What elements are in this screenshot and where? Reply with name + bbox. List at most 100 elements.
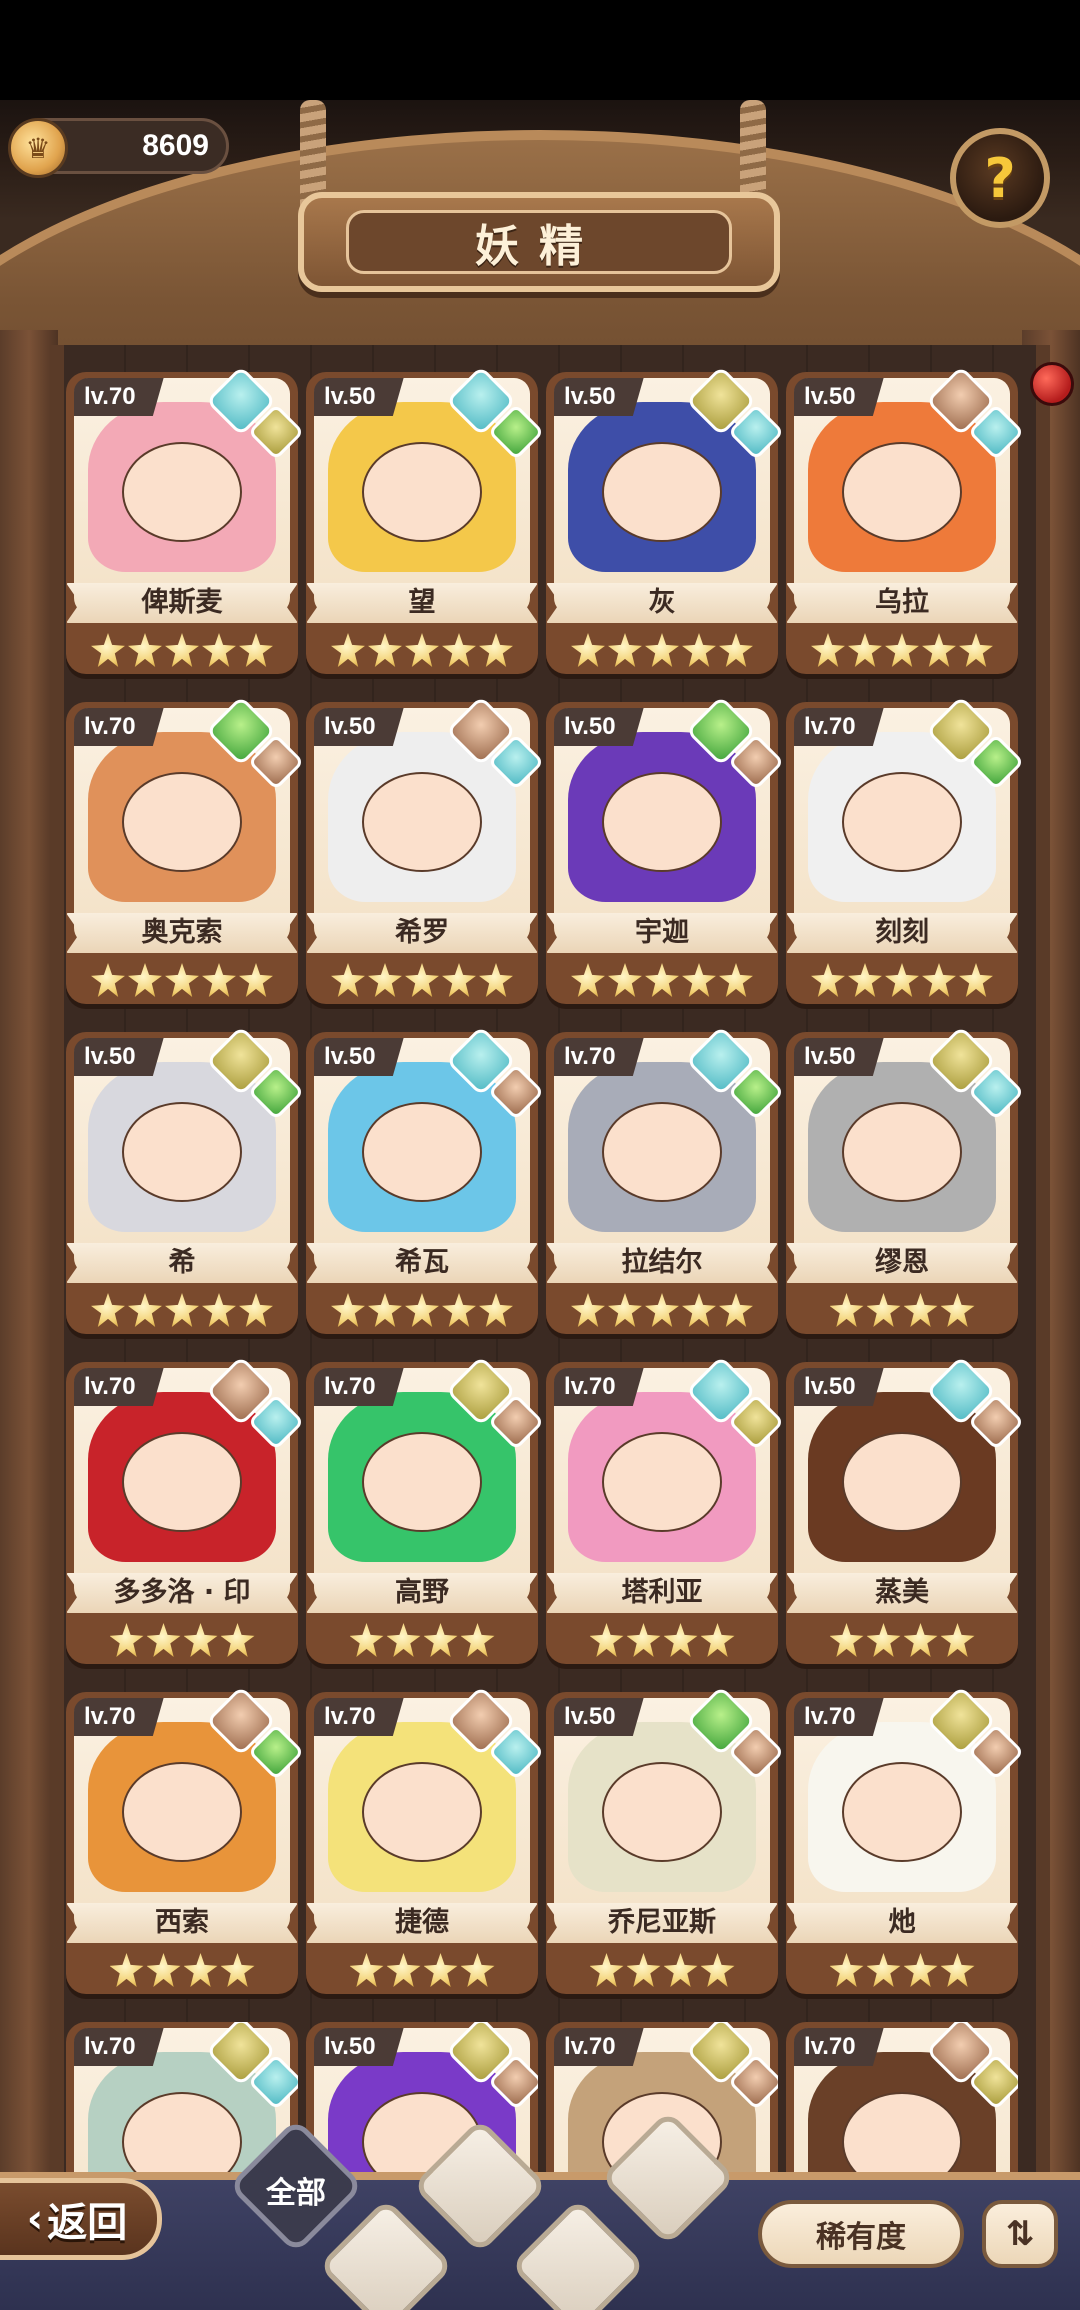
fairy-card[interactable]: lv.70 高野 (306, 1355, 545, 1664)
fairy-card[interactable]: lv.50 希瓦 (306, 1025, 545, 1334)
fairy-card[interactable]: lv.70 塔利亚 (546, 1355, 785, 1664)
coin-icon: ♛ (8, 118, 68, 178)
star-icon (608, 633, 642, 667)
fairy-face (362, 1762, 482, 1862)
fairy-card[interactable]: lv.50 缪恩 (786, 1025, 1025, 1334)
star-icon (940, 1293, 975, 1327)
star-icon (645, 633, 679, 667)
fairy-card[interactable]: lv.70 西索 (66, 1685, 305, 1994)
fairy-name: 蒸美 (875, 1577, 929, 1608)
sort-order-icon: ⇅ (1005, 2214, 1035, 2254)
fairy-card[interactable]: lv.70 捷德 (306, 1685, 545, 1994)
page-title: 妖精 (346, 210, 732, 274)
fairy-card[interactable]: lv.50 宇迦 (546, 695, 785, 1004)
fairy-face (602, 1102, 722, 1202)
star-rating (66, 632, 298, 668)
fairy-face (842, 1432, 962, 1532)
star-icon (442, 963, 476, 997)
star-icon (442, 1293, 476, 1327)
fairy-card[interactable]: lv.70 (786, 2022, 1018, 2172)
fairy-card[interactable]: lv.50 灰 (546, 365, 785, 674)
sort-order-button[interactable]: ⇅ (982, 2200, 1058, 2268)
fairy-name: 拉结尔 (621, 1247, 703, 1278)
star-icon (866, 1953, 901, 1987)
star-icon (165, 633, 199, 667)
star-icon (165, 1293, 199, 1327)
chevron-left-icon: ‹ (26, 2196, 44, 2242)
fairy-card[interactable]: lv.50 乌拉 (786, 365, 1025, 674)
fairy-face (122, 1102, 242, 1202)
level-badge: lv.70 (794, 708, 884, 746)
star-icon (368, 963, 402, 997)
help-button[interactable]: ? (950, 128, 1050, 228)
fairy-card[interactable]: lv.70 奥克索 (66, 695, 305, 1004)
fairy-card[interactable]: lv.70 刻刻 (786, 695, 1025, 1004)
star-icon (940, 1953, 975, 1987)
fairy-card[interactable]: lv.50 希 (66, 1025, 305, 1334)
back-button[interactable]: ‹ 返回 (0, 2178, 162, 2260)
star-icon (109, 1623, 144, 1657)
star-rating (546, 962, 778, 998)
level-badge: lv.50 (554, 708, 644, 746)
fairy-face (602, 1762, 722, 1862)
fairy-name: 望 (408, 587, 436, 618)
level-badge: lv.50 (74, 1038, 164, 1076)
star-icon (202, 1293, 236, 1327)
star-icon (183, 1953, 218, 1987)
star-rating (786, 1622, 1018, 1658)
fairy-face (602, 772, 722, 872)
star-icon (829, 1293, 864, 1327)
level-badge: lv.70 (794, 2028, 884, 2066)
star-icon (146, 1953, 181, 1987)
star-rating (306, 1292, 538, 1328)
star-icon (405, 963, 439, 997)
fairy-name: 缪恩 (875, 1247, 929, 1278)
level-badge: lv.50 (314, 2028, 404, 2066)
level-badge: lv.50 (794, 1368, 884, 1406)
star-rating (66, 1622, 298, 1658)
fairy-card[interactable]: lv.50 蒸美 (786, 1355, 1025, 1664)
star-icon (589, 1953, 624, 1987)
star-icon (829, 1953, 864, 1987)
fairy-card[interactable]: lv.70 灺 (786, 1685, 1025, 1994)
fairy-card[interactable]: lv.50 乔尼亚斯 (546, 1685, 785, 1994)
fairy-card[interactable]: lv.50 希罗 (306, 695, 545, 1004)
star-icon (700, 1953, 735, 1987)
star-icon (386, 1623, 421, 1657)
fairy-name: 希瓦 (395, 1247, 449, 1278)
fairy-card[interactable]: lv.70 俾斯麦 (66, 365, 305, 674)
star-icon (626, 1953, 661, 1987)
fairy-name: 希罗 (395, 917, 449, 948)
fairy-name: 乔尼亚斯 (608, 1907, 716, 1938)
filter-all-label: 全部 (266, 2176, 326, 2211)
star-icon (922, 633, 956, 667)
star-icon (866, 1293, 901, 1327)
star-icon (423, 1953, 458, 1987)
fairy-name: 刻刻 (875, 917, 929, 948)
star-icon (405, 633, 439, 667)
star-icon (349, 1623, 384, 1657)
star-rating (66, 1292, 298, 1328)
fairy-face (362, 1102, 482, 1202)
star-icon (663, 1953, 698, 1987)
star-icon (903, 1623, 938, 1657)
star-icon (829, 1623, 864, 1657)
star-icon (460, 1623, 495, 1657)
star-icon (91, 1293, 125, 1327)
fairy-face (122, 1762, 242, 1862)
fairy-card[interactable]: lv.70 拉结尔 (546, 1025, 785, 1334)
star-rating (66, 1952, 298, 1988)
star-icon (128, 963, 162, 997)
star-icon (682, 963, 716, 997)
sort-rarity-button[interactable]: 稀有度 (758, 2200, 964, 2268)
fairy-face (602, 1432, 722, 1532)
fairy-card[interactable]: lv.70 多多洛 · 印 (66, 1355, 305, 1664)
star-icon (645, 963, 679, 997)
star-icon (959, 963, 993, 997)
star-icon (719, 633, 753, 667)
ladybug-icon[interactable] (1030, 362, 1074, 406)
fairy-card[interactable]: lv.50 望 (306, 365, 545, 674)
star-icon (220, 1953, 255, 1987)
star-rating (786, 962, 1018, 998)
fairy-name: 奥克索 (141, 917, 223, 948)
